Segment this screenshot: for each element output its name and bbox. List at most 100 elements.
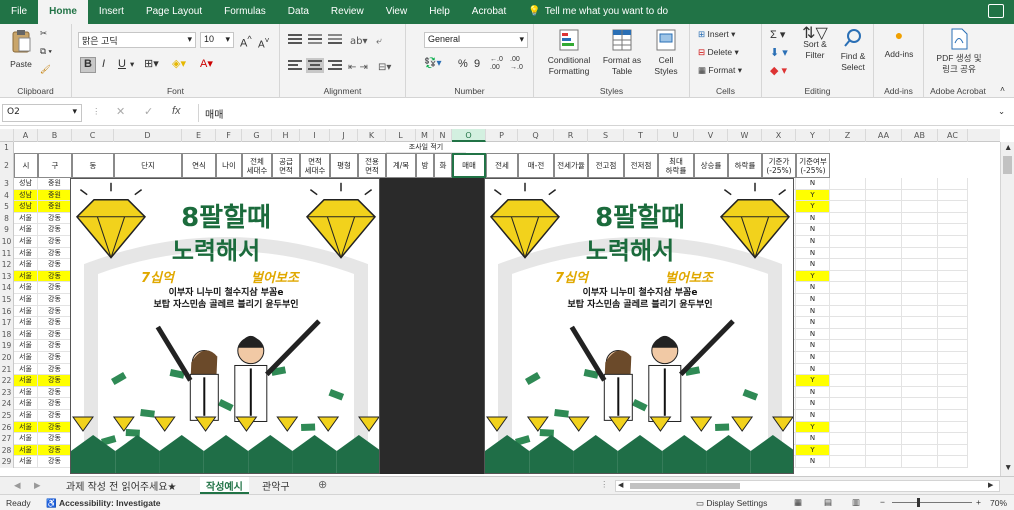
cell[interactable] [902, 282, 938, 294]
cell-district[interactable]: 강동 [38, 305, 72, 318]
row-header[interactable]: 9 [0, 224, 14, 236]
horizontal-scrollbar[interactable]: ◀ ▶ [615, 480, 1000, 492]
cell-city[interactable]: 서울 [14, 236, 38, 248]
cell-criteria-flag[interactable]: Y [796, 201, 830, 213]
tab-page-layout[interactable]: Page Layout [135, 0, 213, 24]
cell[interactable] [938, 444, 968, 457]
cell[interactable] [830, 224, 866, 236]
header-cell[interactable]: 방 [416, 153, 434, 178]
cell-city[interactable]: 서울 [14, 294, 38, 306]
header-cell[interactable]: 하락률 [728, 153, 762, 178]
insert-cells-button[interactable]: ⊞ Insert ▾ [698, 29, 735, 40]
cell[interactable] [830, 456, 866, 468]
cell[interactable] [902, 375, 938, 387]
percent-icon[interactable]: % [458, 58, 468, 70]
cell[interactable] [830, 317, 866, 329]
header-cell[interactable]: 기준가 (-25%) [762, 153, 796, 178]
row-header[interactable]: 26 [0, 421, 14, 434]
row-header[interactable]: 29 [0, 456, 14, 468]
cell[interactable] [830, 363, 866, 376]
cell[interactable] [938, 363, 968, 376]
alignment-icons[interactable]: ab▾ ⤶ ⇤ ⇥ ⊟▾ [286, 32, 398, 76]
cell[interactable] [902, 201, 938, 213]
cell[interactable] [830, 340, 866, 352]
cell-criteria-flag[interactable]: N [796, 340, 830, 352]
tell-me-search[interactable]: 💡 Tell me what you want to do [517, 0, 679, 24]
cell-district[interactable]: 강동 [38, 433, 72, 445]
row-header[interactable]: 21 [0, 363, 14, 376]
cell-city[interactable]: 서울 [14, 270, 38, 283]
cell[interactable] [830, 386, 866, 399]
clear-icon[interactable]: ◆ ▾ [770, 64, 787, 77]
cell[interactable] [902, 352, 938, 364]
cell[interactable] [866, 305, 902, 318]
sheet-tab[interactable]: 과제 작성 전 읽어주세요★ [60, 477, 183, 494]
header-cell[interactable]: 단지 [114, 153, 182, 178]
column-header-AA[interactable]: AA [866, 129, 902, 142]
cell[interactable] [902, 236, 938, 248]
formula-input[interactable]: 매매 [198, 104, 1008, 122]
column-header-S[interactable]: S [588, 129, 624, 142]
spreadsheet-grid[interactable]: 조사일 적기 시 구 동 단지 연식 나이 전체 세대수 공급 면적 면적 세대수 평형 전용 면적 계… [14, 142, 1000, 474]
header-cell[interactable]: 연식 [182, 153, 216, 178]
cell-district[interactable]: 강동 [38, 317, 72, 329]
cell-criteria-flag[interactable]: N [796, 317, 830, 329]
cell[interactable] [866, 189, 902, 202]
cell-criteria-flag[interactable]: N [796, 282, 830, 294]
paste-button[interactable]: Paste [6, 28, 36, 70]
column-header-F[interactable]: F [216, 129, 242, 142]
cell[interactable] [866, 340, 902, 352]
vertical-scrollbar[interactable]: ▲ ▼ [1000, 142, 1014, 476]
row-header[interactable]: 27 [0, 433, 14, 445]
cell-criteria-flag[interactable]: Y [796, 444, 830, 457]
cell-city[interactable]: 서울 [14, 433, 38, 445]
cell[interactable] [866, 247, 902, 260]
cell-criteria-flag[interactable]: Y [796, 421, 830, 434]
add-sheet-icon[interactable]: ⊕ [318, 478, 327, 491]
header-cell[interactable]: 매매 [452, 153, 486, 178]
cell-district[interactable]: 강동 [38, 363, 72, 376]
cell[interactable] [866, 421, 902, 434]
cell-city[interactable]: 서울 [14, 421, 38, 434]
tab-file[interactable]: File [0, 0, 38, 24]
cell[interactable] [830, 294, 866, 306]
cell[interactable] [938, 398, 968, 410]
cell[interactable] [938, 421, 968, 434]
cell[interactable] [902, 386, 938, 399]
header-cell[interactable]: 전저점 [624, 153, 658, 178]
cell[interactable] [902, 259, 938, 271]
cell-district[interactable]: 강동 [38, 340, 72, 352]
cell-city[interactable]: 서울 [14, 444, 38, 457]
cell-criteria-flag[interactable]: N [796, 398, 830, 410]
cell[interactable] [830, 375, 866, 387]
cell[interactable] [830, 178, 866, 190]
cell[interactable] [938, 375, 968, 387]
tab-split-icon[interactable]: ⋮ [600, 479, 609, 490]
cell[interactable] [902, 212, 938, 225]
cell-district[interactable]: 강동 [38, 456, 72, 468]
header-cell[interactable]: 면적 세대수 [300, 153, 330, 178]
cell[interactable] [938, 386, 968, 399]
sheet-tab[interactable]: 관악구 [256, 477, 296, 494]
cell[interactable] [866, 352, 902, 364]
column-header-O[interactable]: O [452, 129, 486, 142]
cell-criteria-flag[interactable]: N [796, 410, 830, 422]
column-header-Q[interactable]: Q [518, 129, 554, 142]
underline-dropdown-icon[interactable]: ▾ [130, 59, 134, 70]
zoom-slider[interactable] [892, 502, 972, 503]
column-header-N[interactable]: N [434, 129, 452, 142]
zoom-in-icon[interactable]: + [976, 497, 981, 507]
cell[interactable] [938, 212, 968, 225]
increase-decimal-icon[interactable]: ←.0.00 [490, 56, 503, 72]
cell[interactable] [830, 398, 866, 410]
cell[interactable] [938, 433, 968, 445]
cell[interactable] [830, 259, 866, 271]
tab-insert[interactable]: Insert [88, 0, 135, 24]
cell[interactable] [866, 410, 902, 422]
addins-button[interactable]: ● Add-ins [878, 28, 920, 60]
column-header-T[interactable]: T [624, 129, 658, 142]
conditional-formatting-button[interactable]: Conditional Formatting [540, 28, 598, 77]
row-header[interactable]: 2 [0, 153, 14, 178]
cell-criteria-flag[interactable]: Y [796, 375, 830, 387]
cell[interactable] [866, 224, 902, 236]
